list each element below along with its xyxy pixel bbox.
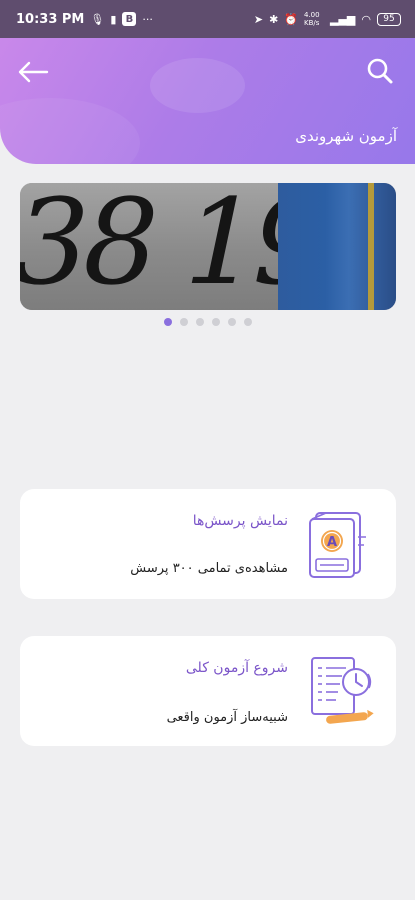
exam-paper-icon: A bbox=[309, 512, 366, 578]
slider-dot-3[interactable] bbox=[195, 318, 204, 326]
slider-dot-1[interactable] bbox=[163, 318, 172, 326]
status-bar: 10:33 PM 🎙 ▮ B ··· ➤ ✱ ⏰ 4.00 KB/s ▂▄▆ ◠… bbox=[0, 0, 415, 38]
search-icon bbox=[367, 58, 393, 84]
card-title: شروع آزمون کلی bbox=[185, 660, 288, 676]
back-button[interactable] bbox=[14, 56, 52, 88]
alarm-icon: ⏰ bbox=[284, 12, 298, 26]
start-exam-card[interactable]: شروع آزمون کلی شبیه‌ساز آزمون واقعی bbox=[20, 636, 396, 746]
slider-dot-2[interactable] bbox=[179, 318, 188, 326]
mic-icon: 🎙 bbox=[90, 12, 105, 26]
header-decoration bbox=[0, 98, 140, 164]
network-speed: 4.00 KB/s bbox=[304, 11, 320, 27]
location-icon: ➤ bbox=[253, 12, 264, 26]
banner-stripe bbox=[368, 183, 374, 310]
banner-blue-panel bbox=[278, 183, 396, 310]
status-time: 10:33 PM bbox=[16, 11, 85, 27]
b-app-icon: B bbox=[122, 12, 137, 26]
slider-indicator bbox=[0, 318, 415, 326]
bluetooth-icon: ✱ bbox=[269, 12, 279, 26]
card-title: نمایش پرسش‌ها bbox=[192, 513, 288, 529]
arrow-left-icon bbox=[18, 61, 49, 83]
app-header: آزمون شهروندی bbox=[0, 38, 415, 164]
status-left: 10:33 PM 🎙 ▮ B ··· bbox=[16, 12, 153, 27]
slider-dot-4[interactable] bbox=[211, 318, 220, 326]
signal-icon: ▂▄▆ bbox=[330, 12, 356, 26]
notification-icon: ▮ bbox=[110, 12, 117, 26]
header-decoration bbox=[150, 58, 245, 113]
show-questions-card[interactable]: نمایش پرسش‌ها مشاهده‌ی تمامی ۳۰۰ پرسش A bbox=[20, 489, 396, 599]
banner-slider[interactable]: 38 1989 bbox=[20, 183, 396, 310]
page-title: آزمون شهروندی bbox=[295, 127, 397, 145]
battery-indicator: 95 bbox=[377, 12, 401, 26]
search-button[interactable] bbox=[363, 54, 397, 88]
slider-dot-5[interactable] bbox=[227, 318, 236, 326]
card-subtitle: مشاهده‌ی تمامی ۳۰۰ پرسش bbox=[130, 561, 288, 576]
timed-test-icon bbox=[311, 657, 374, 724]
more-icon: ··· bbox=[142, 12, 153, 26]
svg-text:A: A bbox=[327, 535, 337, 550]
wifi-icon: ◠ bbox=[361, 12, 371, 26]
card-subtitle: شبیه‌ساز آزمون واقعی bbox=[166, 710, 288, 725]
slider-dot-6[interactable] bbox=[243, 318, 252, 326]
status-right: ➤ ✱ ⏰ 4.00 KB/s ▂▄▆ ◠ 95 bbox=[254, 11, 401, 27]
